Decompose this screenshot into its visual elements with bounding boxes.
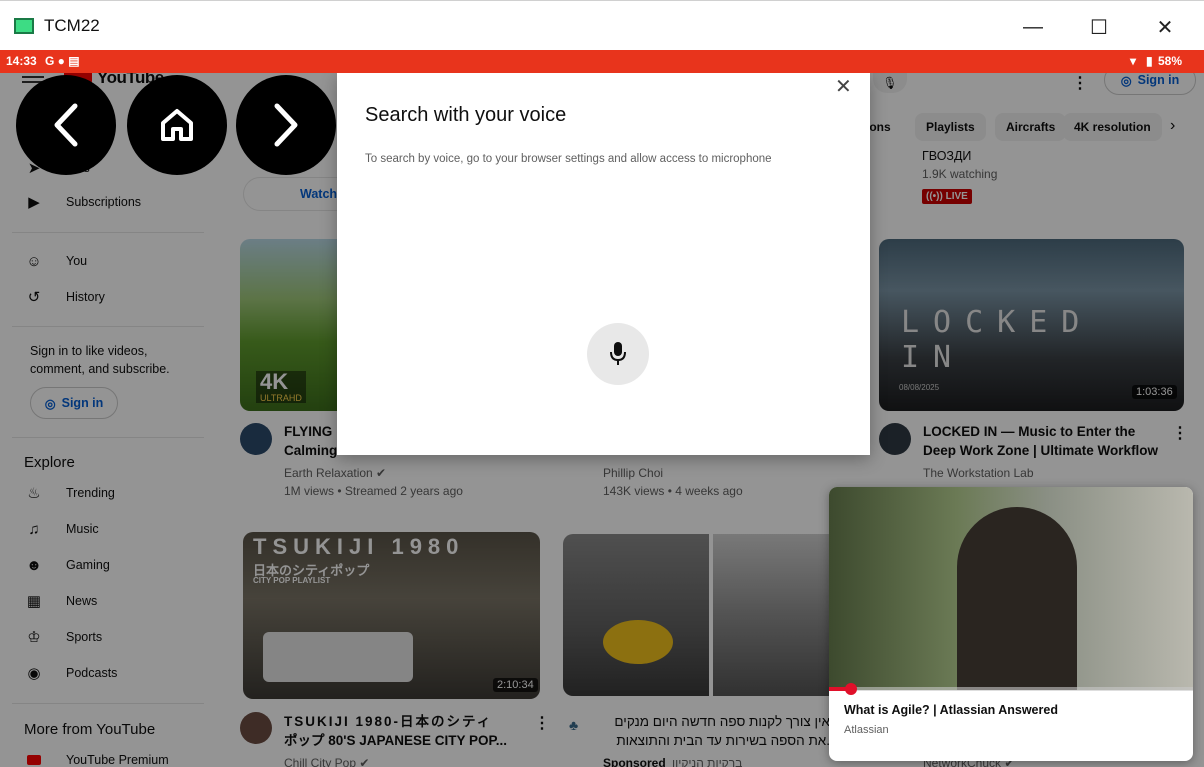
- mini-player-video[interactable]: [829, 487, 1193, 690]
- microphone-button[interactable]: [587, 323, 649, 385]
- forward-nav-button[interactable]: [236, 75, 336, 175]
- status-bar: 14:33 G ● ▤ ▾ ▮ 58%: [0, 50, 1204, 73]
- status-time: 14:33: [6, 54, 37, 68]
- mini-player[interactable]: What is Agile? | Atlassian Answered Atla…: [829, 487, 1193, 761]
- app-icon: [14, 18, 34, 34]
- back-nav-button[interactable]: [16, 75, 116, 175]
- battery-icon: ▮: [1146, 54, 1153, 68]
- status-notification-icons: G ● ▤: [45, 54, 80, 68]
- voice-search-dialog: Search with your voice To search by voic…: [337, 73, 870, 455]
- presenter-silhouette: [957, 507, 1077, 690]
- close-window-button[interactable]: ✕: [1142, 11, 1188, 43]
- chevron-right-icon: [274, 103, 298, 147]
- battery-level: 58%: [1158, 54, 1183, 68]
- close-icon[interactable]: ✕: [835, 74, 852, 99]
- home-icon: [161, 109, 193, 141]
- minimize-button[interactable]: —: [1010, 11, 1056, 43]
- home-nav-button[interactable]: [127, 75, 227, 175]
- dialog-title: Search with your voice: [365, 104, 567, 126]
- microphone-icon: [610, 342, 626, 365]
- youtube-app: YouTube 🎙 ⋮ ◎ Sign in ions Playlists Airc…: [0, 73, 1204, 767]
- dialog-description: To search by voice, go to your browser s…: [365, 153, 772, 165]
- wifi-icon: ▾: [1130, 54, 1137, 68]
- chevron-left-icon: [54, 103, 78, 147]
- mini-player-scrubber[interactable]: [844, 683, 857, 695]
- mini-player-title[interactable]: What is Agile? | Atlassian Answered: [844, 703, 1058, 717]
- maximize-button[interactable]: ☐: [1076, 11, 1122, 43]
- mini-player-progress-track[interactable]: [829, 687, 1193, 691]
- mini-player-channel[interactable]: Atlassian: [844, 724, 889, 736]
- window-title-bar: TCM22 — ☐ ✕: [0, 0, 1204, 50]
- window-title: TCM22: [44, 16, 100, 35]
